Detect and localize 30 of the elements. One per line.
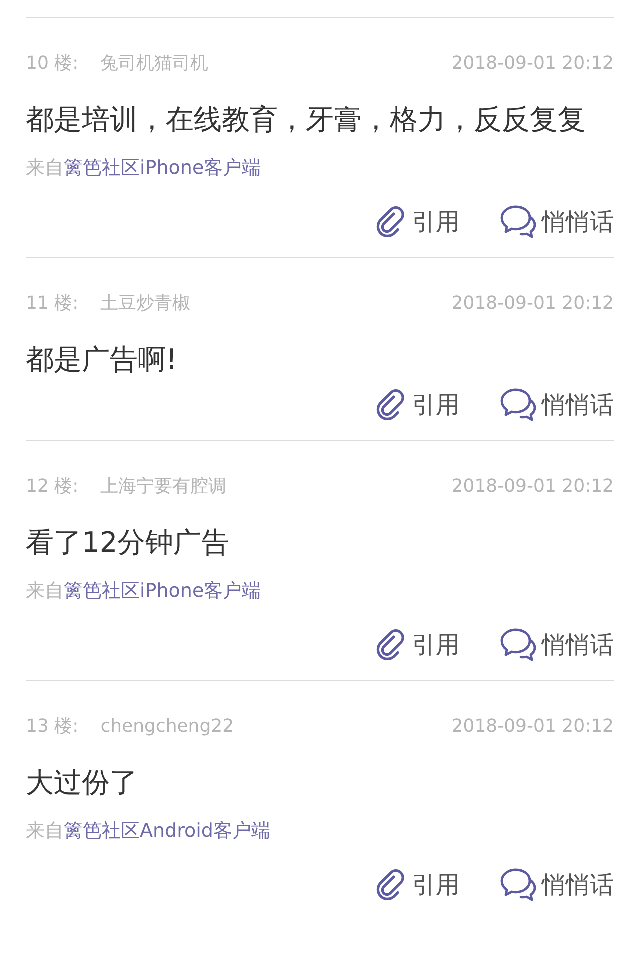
client-link[interactable]: 篱笆社区iPhone客户端 [64,580,262,602]
post-content: 都是广告啊! [26,342,178,378]
floor-number: 12 楼: [26,475,79,498]
floor-number: 10 楼: [26,52,79,75]
quote-button[interactable]: 引用 [374,385,460,425]
quote-button[interactable]: 引用 [374,865,460,905]
post-content: 看了12分钟广告 [26,525,231,561]
whisper-button[interactable]: 悄悄话 [500,865,614,905]
floor-number: 13 楼: [26,715,79,738]
floor-number: 11 楼: [26,292,79,315]
chat-bubbles-icon [500,867,538,903]
chat-bubbles-icon [500,204,538,240]
whisper-button[interactable]: 悄悄话 [500,385,614,425]
post-content: 大过份了 [26,765,139,801]
post-source: 来自篱笆社区iPhone客户端 [26,579,262,604]
post-time: 2018-09-01 20:12 [452,292,614,314]
post-source: 来自篱笆社区Android客户端 [26,819,272,844]
post-time: 2018-09-01 20:12 [452,716,614,736]
quote-button[interactable]: 引用 [374,202,460,242]
chat-bubbles-icon [500,627,538,663]
post-content: 都是培训，在线教育，牙膏，格力，反反复复 [26,102,587,138]
client-link[interactable]: 篱笆社区Android客户端 [64,820,270,842]
post-time: 2018-09-01 20:12 [452,52,614,74]
quote-button[interactable]: 引用 [374,625,460,665]
post-source: 来自篱笆社区iPhone客户端 [26,156,262,181]
post-time: 2018-09-01 20:12 [452,476,614,496]
client-link[interactable]: 篱笆社区iPhone客户端 [64,157,262,179]
whisper-button[interactable]: 悄悄话 [500,202,614,242]
chat-bubbles-icon [500,387,538,423]
whisper-button[interactable]: 悄悄话 [500,625,614,665]
